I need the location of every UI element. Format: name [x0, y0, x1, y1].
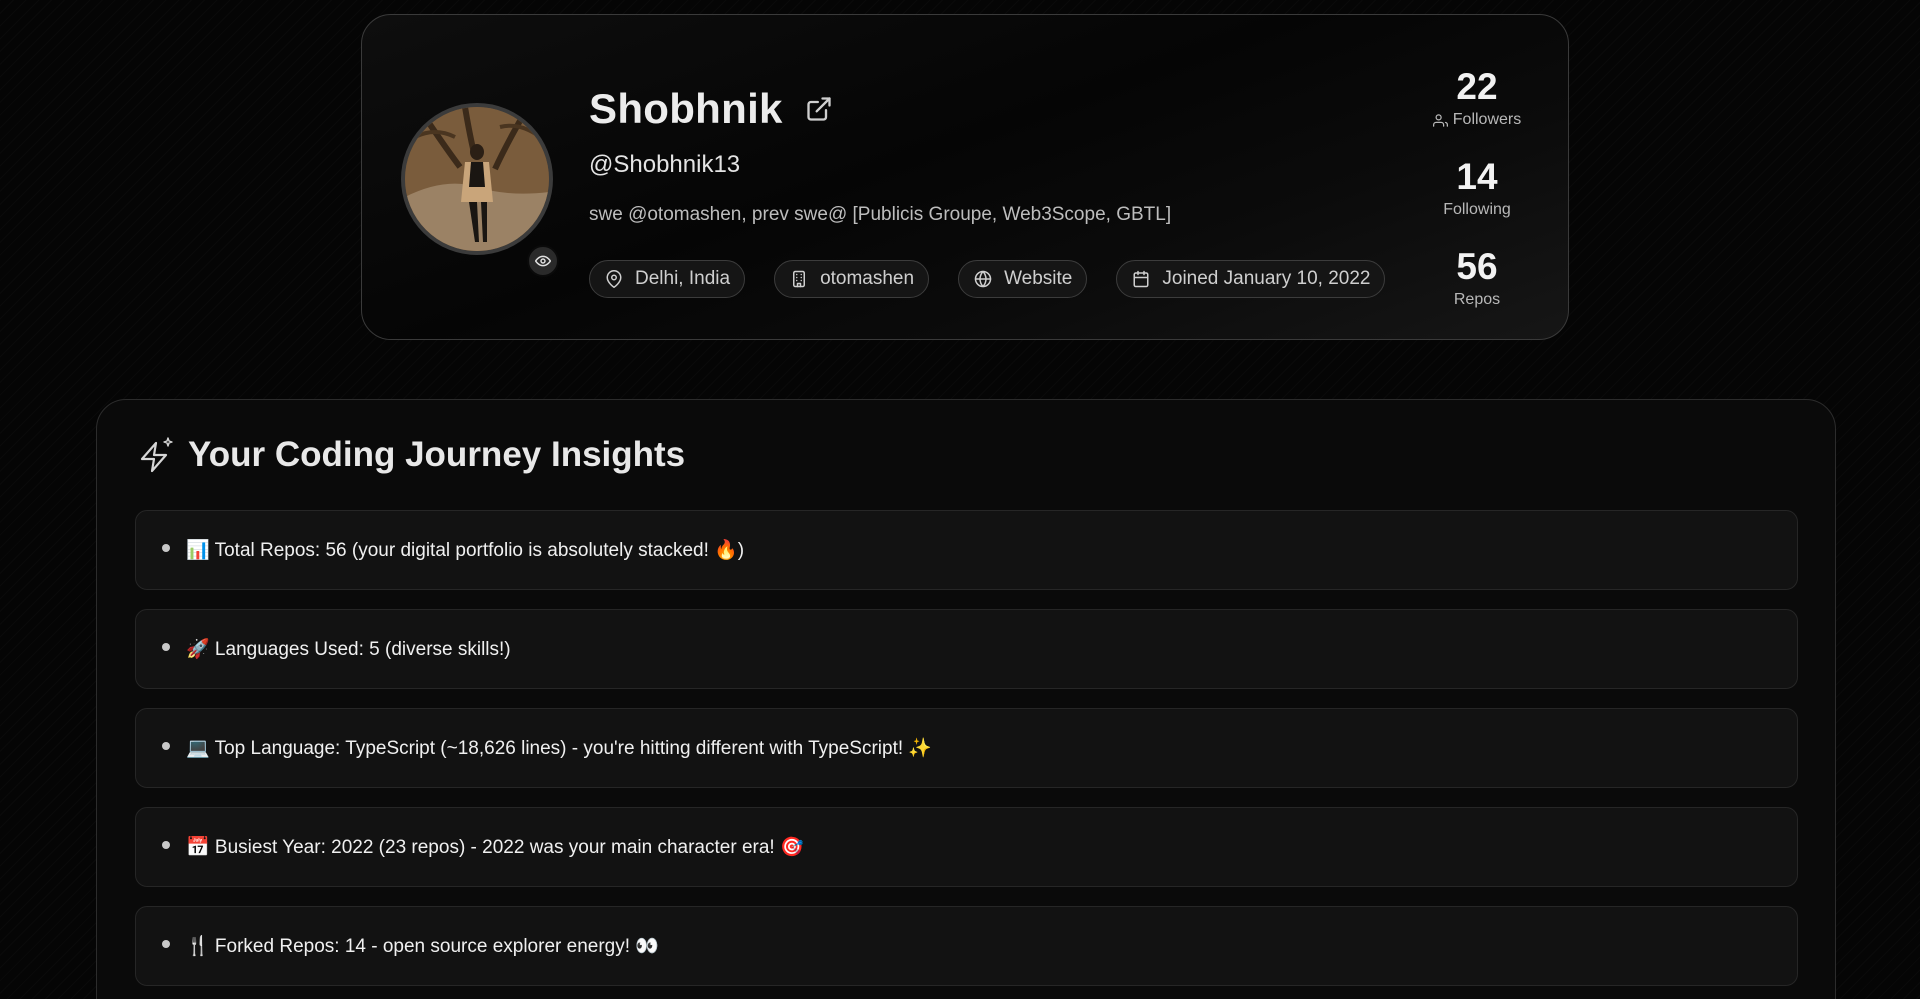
location-label: Delhi, India [635, 268, 731, 289]
list-item: 📅 Busiest Year: 2022 (23 repos) - 2022 w… [135, 807, 1798, 887]
company-label: otomashen [820, 268, 915, 289]
avatar-container [401, 103, 559, 277]
joined-label: Joined January 10, 2022 [1162, 268, 1371, 289]
external-link-icon[interactable] [805, 95, 833, 123]
profile-chips: Delhi, India otomashen Website Joined Ja… [589, 260, 1386, 298]
map-pin-icon [606, 270, 622, 288]
list-item: 📊 Total Repos: 56 (your digital portfoli… [135, 510, 1798, 590]
repos-label: Repos [1453, 291, 1501, 308]
list-item: 💻 Top Language: TypeScript (~18,626 line… [135, 708, 1798, 788]
profile-stats: 22 Followers 14 Following 56 Repos [1412, 65, 1542, 335]
bullet-dot [162, 940, 170, 948]
bullet-dot [162, 742, 170, 750]
insights-title: Your Coding Journey Insights [188, 435, 686, 474]
bullet-dot [162, 643, 170, 651]
globe-icon [974, 270, 992, 288]
followers-stat[interactable]: 22 Followers [1412, 65, 1542, 155]
following-stat[interactable]: 14 Following [1412, 155, 1542, 245]
list-item: 🍴 Forked Repos: 14 - open source explore… [135, 906, 1798, 986]
building-icon [793, 270, 806, 288]
profile-bio: swe @otomashen, prev swe@ [Publicis Grou… [589, 204, 1172, 225]
joined-chip: Joined January 10, 2022 [1116, 260, 1386, 298]
profile-card: Shobhnik @Shobhnik13 swe @otomashen, pre… [361, 14, 1569, 340]
location-chip: Delhi, India [589, 260, 746, 298]
insight-list: 📊 Total Repos: 56 (your digital portfoli… [135, 510, 1798, 999]
followers-label: Followers [1452, 111, 1522, 128]
list-item: 🚀 Languages Used: 5 (diverse skills!) [135, 609, 1798, 689]
repos-count: 56 [1456, 246, 1498, 287]
calendar-icon [1133, 270, 1149, 288]
name-row: Shobhnik [589, 85, 833, 133]
view-icon[interactable] [527, 245, 559, 277]
profile-name: Shobhnik [589, 85, 783, 132]
bullet-dot [162, 544, 170, 552]
insight-text: 🚀 Languages Used: 5 (diverse skills!) [186, 639, 511, 660]
insight-text: 📊 Total Repos: 56 (your digital portfoli… [186, 540, 745, 561]
repos-stat[interactable]: 56 Repos [1412, 245, 1542, 335]
avatar[interactable] [401, 103, 553, 255]
website-chip[interactable]: Website [958, 260, 1088, 298]
insights-header: Your Coding Journey Insights [136, 435, 685, 475]
insight-text: 📅 Busiest Year: 2022 (23 repos) - 2022 w… [186, 837, 804, 858]
website-label: Website [1004, 268, 1073, 289]
following-count: 14 [1456, 156, 1498, 197]
followers-count: 22 [1456, 66, 1498, 107]
zap-sparkle-icon [140, 437, 173, 473]
following-label: Following [1443, 201, 1511, 218]
company-chip: otomashen [774, 260, 930, 298]
users-icon [1432, 113, 1448, 127]
insights-panel: Your Coding Journey Insights 📊 Total Rep… [96, 399, 1836, 999]
insight-text: 🍴 Forked Repos: 14 - open source explore… [186, 936, 659, 957]
insight-text: 💻 Top Language: TypeScript (~18,626 line… [186, 738, 933, 759]
bullet-dot [162, 841, 170, 849]
profile-handle: @Shobhnik13 [589, 151, 741, 178]
